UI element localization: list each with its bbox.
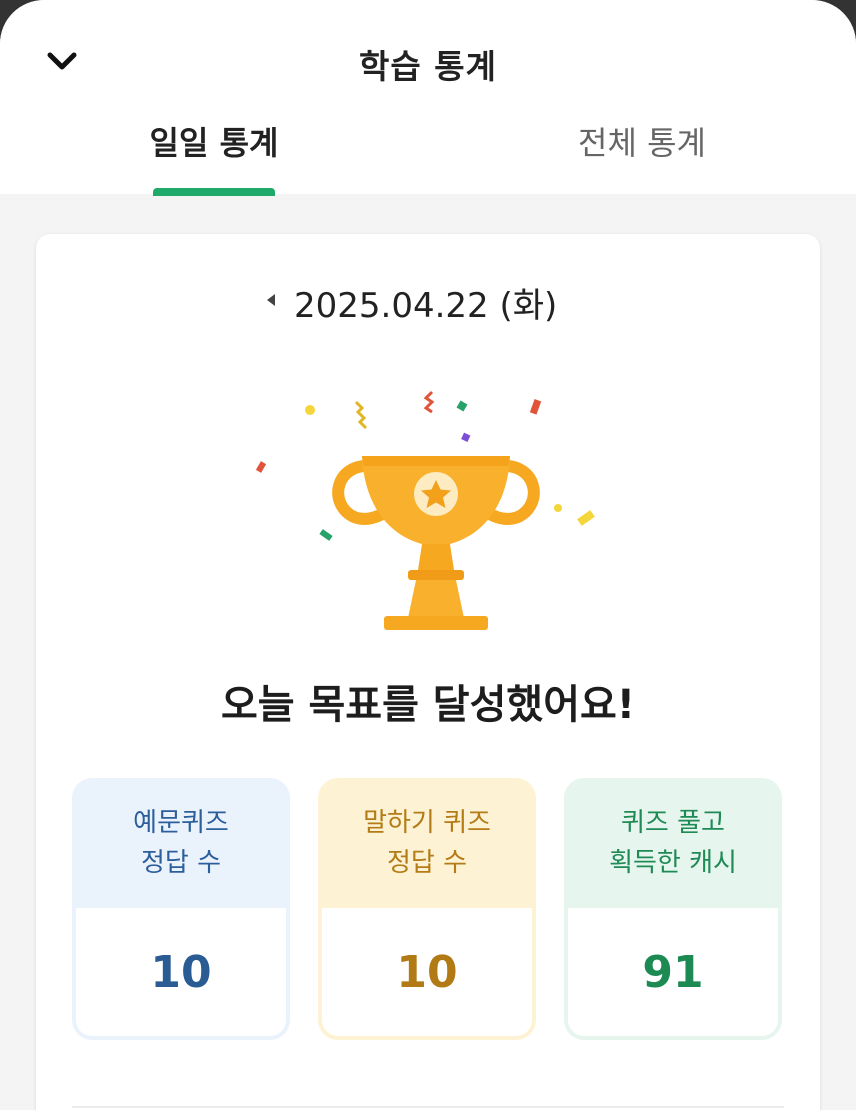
current-date: 2025.04.22 (화) xyxy=(294,286,558,326)
stat-value: 91 xyxy=(568,908,778,1036)
screen: 학습 통계 일일 통계 전체 통계 2025.04.22 (화) 오늘 목표를 … xyxy=(0,0,856,1110)
stat-label-line: 예문퀴즈 xyxy=(133,808,229,838)
trophy-icon xyxy=(255,390,595,630)
tab-bar: 일일 통계 전체 통계 xyxy=(0,118,856,194)
stat-value: 10 xyxy=(322,908,532,1036)
stat-value: 10 xyxy=(76,908,286,1036)
speaking-quiz-stat-card: 말하기 퀴즈 정답 수 10 xyxy=(318,778,536,1040)
example-quiz-stat-card: 예문퀴즈 정답 수 10 xyxy=(72,778,290,1040)
page-title: 학습 통계 xyxy=(359,47,497,86)
caret-left-icon xyxy=(267,294,275,306)
stat-label-line: 정답 수 xyxy=(140,848,222,878)
divider xyxy=(72,1106,784,1108)
goal-achieved-message: 오늘 목표를 달성했어요! xyxy=(220,682,636,728)
date-navigator: 2025.04.22 (화) xyxy=(36,278,820,326)
previous-date-button[interactable] xyxy=(258,284,284,316)
tab-total-stats[interactable]: 전체 통계 xyxy=(492,118,792,194)
stat-label: 말하기 퀴즈 정답 수 xyxy=(318,778,536,908)
stat-label-line: 정답 수 xyxy=(386,848,468,878)
daily-stats-card: 2025.04.22 (화) 오늘 목표를 달성했어요! 예문퀴즈 정답 수 1… xyxy=(36,234,820,1110)
stat-label-line: 말하기 퀴즈 xyxy=(363,808,491,838)
top-bar: 학습 통계 일일 통계 전체 통계 xyxy=(0,0,856,196)
stat-label: 퀴즈 풀고 획득한 캐시 xyxy=(564,778,782,908)
cash-earned-stat-card: 퀴즈 풀고 획득한 캐시 91 xyxy=(564,778,782,1040)
active-tab-indicator xyxy=(153,188,275,196)
stat-label-line: 퀴즈 풀고 xyxy=(621,808,725,838)
stat-label: 예문퀴즈 정답 수 xyxy=(72,778,290,908)
stat-label-line: 획득한 캐시 xyxy=(609,848,737,878)
tab-daily-stats[interactable]: 일일 통계 xyxy=(64,118,364,194)
trophy-illustration xyxy=(236,384,636,644)
